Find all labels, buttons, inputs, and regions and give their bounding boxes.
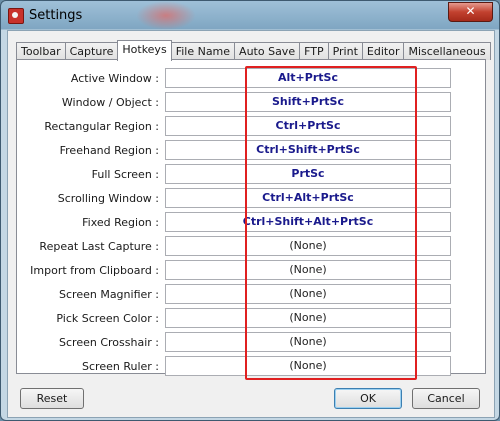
tab-toolbar[interactable]: Toolbar [16, 42, 66, 60]
hotkey-row: Fixed Region : Ctrl+Shift+Alt+PrtSc [17, 212, 485, 235]
hotkey-field-active-window[interactable]: Alt+PrtSc [165, 68, 451, 88]
tab-ftp[interactable]: FTP [299, 42, 329, 60]
app-icon [8, 8, 24, 24]
titlebar-decoration [136, 1, 196, 30]
hotkey-field-screen-magnifier[interactable]: (None) [165, 284, 451, 304]
hotkey-field-screen-ruler[interactable]: (None) [165, 356, 451, 376]
hotkey-row: Screen Crosshair : (None) [17, 332, 485, 355]
tab-strip: Toolbar Capture Hotkeys File Name Auto S… [16, 40, 491, 61]
hotkey-field-repeat-last-capture[interactable]: (None) [165, 236, 451, 256]
close-button[interactable]: ✕ [448, 2, 493, 22]
tab-editor[interactable]: Editor [361, 42, 405, 60]
hotkeys-panel: Active Window : Alt+PrtSc Window / Objec… [16, 59, 486, 380]
hotkey-field-rectangular-region[interactable]: Ctrl+PrtSc [165, 116, 451, 136]
title-bar[interactable]: Settings ✕ [1, 1, 499, 30]
hotkey-field-window-object[interactable]: Shift+PrtSc [165, 92, 451, 112]
hotkey-label: Window / Object : [61, 96, 159, 109]
hotkey-row: Active Window : Alt+PrtSc [17, 68, 485, 91]
hotkey-label: Screen Magnifier : [59, 288, 159, 301]
hotkey-field-import-from-clipboard[interactable]: (None) [165, 260, 451, 280]
hotkey-label: Freehand Region : [59, 144, 159, 157]
hotkey-label: Repeat Last Capture : [39, 240, 159, 253]
hotkey-label: Screen Crosshair : [59, 336, 159, 349]
tab-miscellaneous[interactable]: Miscellaneous [403, 42, 491, 60]
hotkey-row: Window / Object : Shift+PrtSc [17, 92, 485, 115]
hotkey-label: Scrolling Window : [57, 192, 159, 205]
hotkey-row: Scrolling Window : Ctrl+Alt+PrtSc [17, 188, 485, 211]
hotkey-row: Full Screen : PrtSc [17, 164, 485, 187]
hotkey-row: Import from Clipboard : (None) [17, 260, 485, 283]
dialog-client-area: Toolbar Capture Hotkeys File Name Auto S… [7, 30, 495, 418]
hotkey-field-scrolling-window[interactable]: Ctrl+Alt+PrtSc [165, 188, 451, 208]
hotkey-label: Pick Screen Color : [56, 312, 159, 325]
hotkey-row: Rectangular Region : Ctrl+PrtSc [17, 116, 485, 139]
hotkey-row: Screen Magnifier : (None) [17, 284, 485, 307]
hotkey-field-freehand-region[interactable]: Ctrl+Shift+PrtSc [165, 140, 451, 160]
reset-button[interactable]: Reset [20, 388, 84, 409]
hotkey-field-pick-screen-color[interactable]: (None) [165, 308, 451, 328]
hotkey-row: Screen Ruler : (None) [17, 356, 485, 379]
settings-window: Settings ✕ Toolbar Capture Hotkeys File … [0, 0, 500, 421]
cancel-button[interactable]: Cancel [412, 388, 480, 409]
hotkey-label: Full Screen : [91, 168, 159, 181]
hotkey-field-fixed-region[interactable]: Ctrl+Shift+Alt+PrtSc [165, 212, 451, 232]
hotkey-field-full-screen[interactable]: PrtSc [165, 164, 451, 184]
tab-capture[interactable]: Capture [64, 42, 119, 60]
hotkey-row: Repeat Last Capture : (None) [17, 236, 485, 259]
tab-hotkeys[interactable]: Hotkeys [117, 40, 172, 61]
hotkey-label: Active Window : [70, 72, 159, 85]
hotkey-label: Rectangular Region : [44, 120, 159, 133]
hotkey-field-screen-crosshair[interactable]: (None) [165, 332, 451, 352]
window-title: Settings [29, 8, 83, 23]
hotkey-row: Pick Screen Color : (None) [17, 308, 485, 331]
hotkey-row: Freehand Region : Ctrl+Shift+PrtSc [17, 140, 485, 163]
hotkey-label: Screen Ruler : [82, 360, 159, 373]
tab-file-name[interactable]: File Name [170, 42, 236, 60]
ok-button[interactable]: OK [334, 388, 402, 409]
tab-auto-save[interactable]: Auto Save [234, 42, 301, 60]
tab-print[interactable]: Print [327, 42, 363, 60]
hotkey-label: Fixed Region : [82, 216, 159, 229]
hotkey-label: Import from Clipboard : [30, 264, 159, 277]
